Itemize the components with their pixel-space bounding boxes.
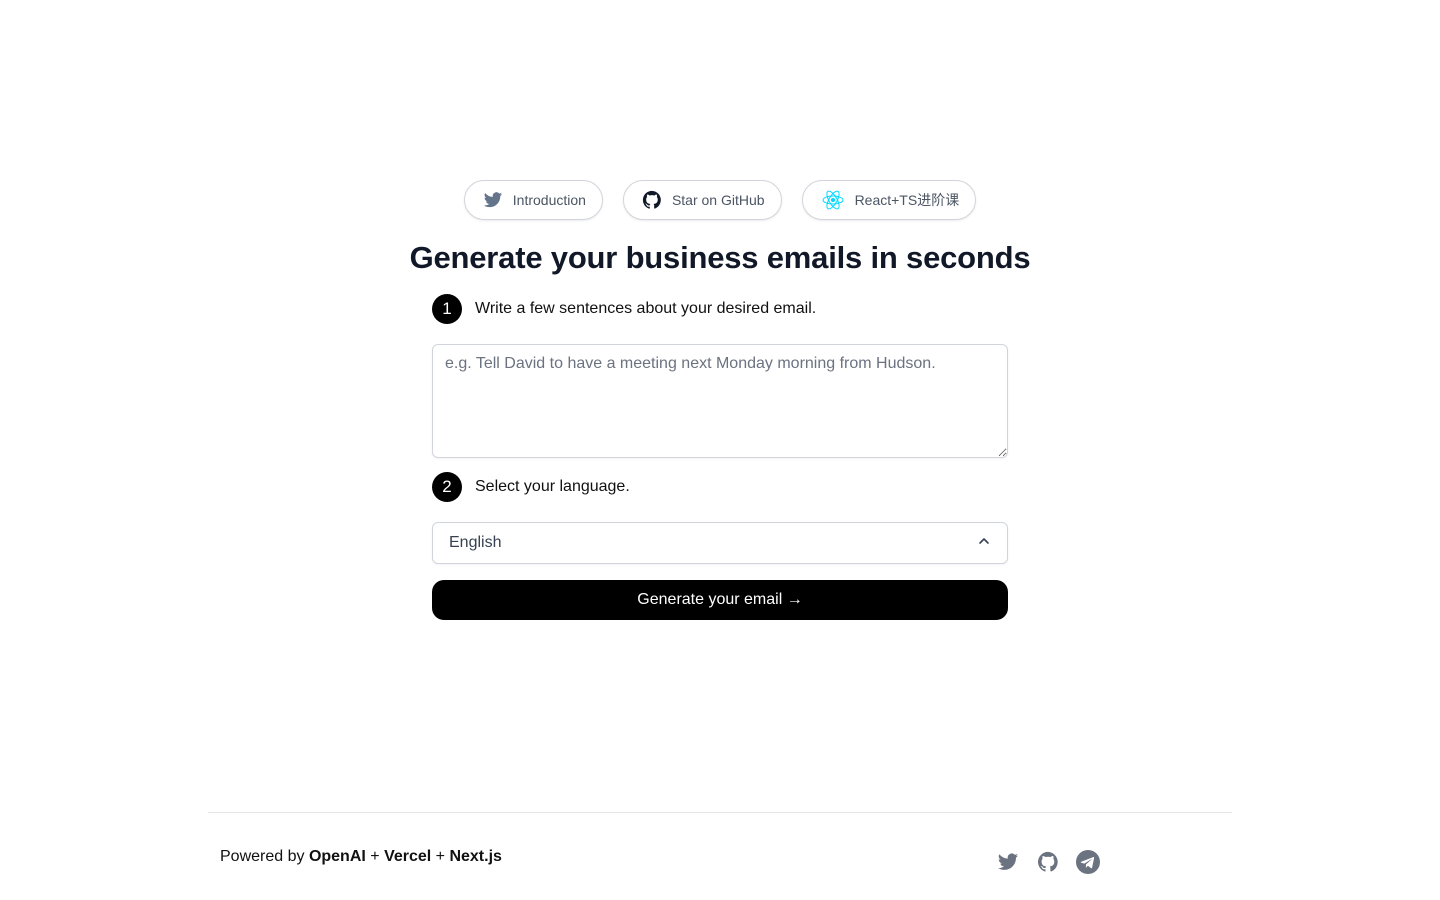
header-links: Introduction Star on GitHub React+TS进阶课 [0,180,1440,220]
github-icon [642,190,662,210]
footer-socials [996,850,1100,874]
github-star-link[interactable]: Star on GitHub [622,180,782,220]
page-title: Generate your business emails in seconds [409,240,1031,275]
language-selected-value: English [449,534,502,551]
introduction-link[interactable]: Introduction [463,180,603,220]
github-star-label: Star on GitHub [671,192,765,208]
react-icon [821,188,845,212]
separator: + [431,848,450,865]
step-2-label: Select your language. [475,478,630,495]
nextjs-link[interactable]: Next.js [449,848,501,865]
step-1-label: Write a few sentences about your desired… [475,300,817,317]
course-label: React+TS进阶课 [854,192,960,208]
twitter-icon[interactable] [996,850,1020,874]
vercel-link[interactable]: Vercel [384,848,431,865]
step-2-number: 2 [432,472,462,502]
introduction-label: Introduction [512,192,586,208]
openai-link[interactable]: OpenAI [309,848,366,865]
powered-prefix: Powered by [220,848,309,865]
language-select[interactable]: English [432,522,1008,564]
powered-by: Powered by OpenAI + Vercel + Next.js [220,848,502,866]
step-2: 2 Select your language. [432,472,630,502]
step-1: 1 Write a few sentences about your desir… [432,294,816,324]
course-link[interactable]: React+TS进阶课 [801,180,977,220]
footer-divider [208,812,1232,813]
github-icon[interactable] [1036,850,1060,874]
chevron-up-icon [977,534,991,553]
step-1-number: 1 [432,294,462,324]
email-description-input[interactable] [432,344,1008,458]
telegram-icon[interactable] [1076,850,1100,874]
separator: + [365,848,385,865]
generate-email-button[interactable]: Generate your email → [432,580,1008,620]
twitter-icon [483,190,503,210]
